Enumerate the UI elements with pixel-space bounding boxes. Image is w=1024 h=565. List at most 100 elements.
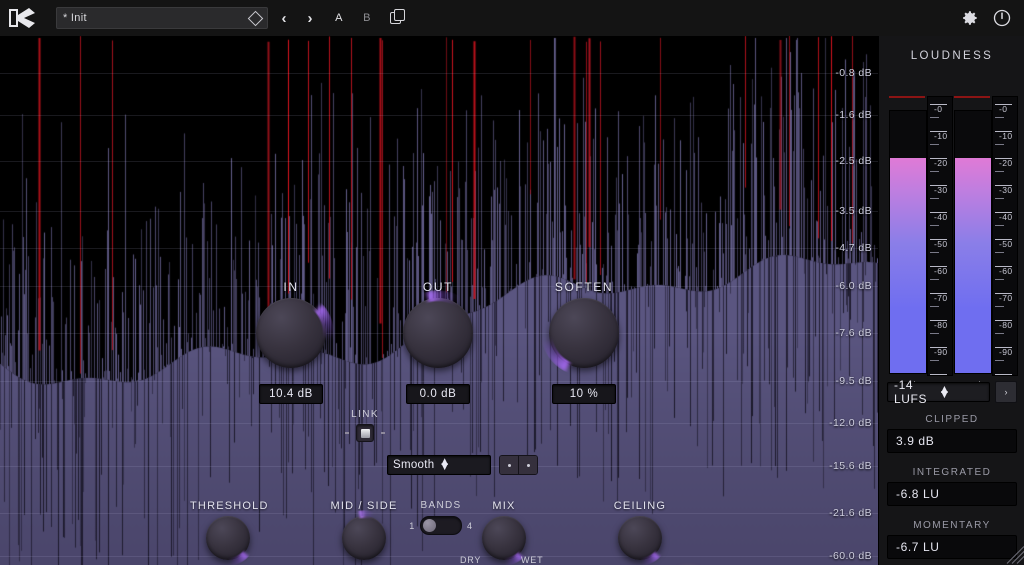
meter-tick-label: -70 xyxy=(999,293,1013,303)
dot-button-left[interactable] xyxy=(500,456,518,474)
knob-in-indicator xyxy=(248,290,334,376)
mode-row: Smooth ▲▼ xyxy=(387,455,538,475)
spinner-arrows-icon[interactable]: ▲▼ xyxy=(439,460,485,470)
lufs-spinner-icon[interactable]: ▲▼ xyxy=(939,387,984,397)
meter-tick-minor xyxy=(930,252,939,253)
knob-out-value[interactable]: 0.0 dB xyxy=(406,384,470,404)
knob-midside-label: MID / SIDE xyxy=(326,500,402,512)
meter-tick-label: -20 xyxy=(999,158,1013,168)
lufs-apply-button[interactable]: › xyxy=(995,381,1017,403)
gridline xyxy=(0,115,878,116)
knob-out-dial[interactable] xyxy=(403,298,473,368)
gridline xyxy=(0,556,878,557)
knob-in-label: IN xyxy=(241,280,341,294)
plugin-window: * Init ‹ › A B -0.8 dB -1.6 dB -2.5 dB -3.5… xyxy=(0,0,1024,565)
scale-label: -60.0 dB xyxy=(829,550,872,562)
meter-tick-minor xyxy=(930,171,939,172)
meter-tick-minor xyxy=(930,306,939,307)
meter-left xyxy=(889,110,927,374)
link-dash-left xyxy=(345,432,349,434)
meter-tick-label: -80 xyxy=(999,320,1013,330)
knob-ceiling[interactable]: CEILING xyxy=(602,500,678,560)
meter-right xyxy=(954,110,992,374)
knob-midside-indicator xyxy=(336,510,392,565)
mode-dropdown[interactable]: Smooth ▲▼ xyxy=(387,455,491,475)
knob-midside-dial[interactable] xyxy=(342,516,386,560)
knob-out[interactable]: OUT 0.0 dB xyxy=(388,280,488,404)
meter-tick-minor xyxy=(930,198,939,199)
knob-ceiling-dial[interactable] xyxy=(618,516,662,560)
lufs-target-row: -14 LUFS ▲▼ › xyxy=(887,381,1017,403)
knob-in-value[interactable]: 10.4 dB xyxy=(259,384,323,404)
dot-button-right[interactable] xyxy=(518,456,537,474)
mode-selected-value: Smooth xyxy=(393,459,439,471)
resize-grip[interactable] xyxy=(1001,541,1024,565)
power-icon[interactable] xyxy=(992,8,1012,28)
mix-wet-label: WET xyxy=(521,555,543,565)
link-toggle[interactable] xyxy=(356,424,374,442)
meter-tick-label: -60 xyxy=(999,266,1013,276)
lufs-target-dropdown[interactable]: -14 LUFS ▲▼ xyxy=(887,382,990,402)
kilohearts-k-logo[interactable] xyxy=(0,0,44,36)
clip-indicator-left[interactable] xyxy=(889,96,925,98)
readout-momentary-value: -6.7 LU xyxy=(887,535,1017,559)
gear-icon[interactable] xyxy=(960,8,980,28)
meter-tick-minor xyxy=(995,333,1004,334)
copy-icon[interactable] xyxy=(390,9,408,27)
preset-next-button[interactable]: › xyxy=(300,10,320,27)
scale-label: -3.5 dB xyxy=(835,205,872,217)
meter-tick-minor xyxy=(995,225,1004,226)
knob-threshold-dial[interactable] xyxy=(206,516,250,560)
preset-slot-a[interactable]: A xyxy=(330,12,348,24)
meter-tick-minor xyxy=(995,144,1004,145)
diamond-icon[interactable] xyxy=(248,10,264,26)
scale-label: -15.6 dB xyxy=(829,460,872,472)
knob-mix-dial[interactable] xyxy=(482,516,526,560)
scale-label: -2.5 dB xyxy=(835,155,872,167)
meter-tick-label: -40 xyxy=(934,212,948,222)
knob-soften-value[interactable]: 10 % xyxy=(552,384,616,404)
gridline xyxy=(0,211,878,212)
scale-label: -1.6 dB xyxy=(835,109,872,121)
gridline xyxy=(0,161,878,162)
meter-tick-minor xyxy=(995,198,1004,199)
readout-integrated-caption: INTEGRATED xyxy=(887,467,1017,478)
preset-prev-button[interactable]: ‹ xyxy=(274,10,294,27)
knob-mix[interactable]: MIX xyxy=(466,500,542,560)
scale-label: -4.7 dB xyxy=(835,242,872,254)
knob-ceiling-label: CEILING xyxy=(602,500,678,512)
knob-soften-label: SOFTEN xyxy=(534,280,634,294)
preset-selector[interactable]: * Init xyxy=(56,7,268,29)
knob-soften[interactable]: SOFTEN 10 % xyxy=(534,280,634,404)
knob-in-dial[interactable] xyxy=(256,298,326,368)
waveform-display[interactable]: -0.8 dB-1.6 dB-2.5 dB-3.5 dB-4.7 dB-6.0 … xyxy=(0,36,878,565)
meter-tick-minor xyxy=(930,333,939,334)
gridline xyxy=(0,73,878,74)
meter-tick-label: -40 xyxy=(999,212,1013,222)
knob-in[interactable]: IN 10.4 dB xyxy=(241,280,341,404)
readout-clipped-value: 3.9 dB xyxy=(887,429,1017,453)
clip-indicator-right[interactable] xyxy=(954,96,990,98)
link-control[interactable]: LINK xyxy=(332,409,398,442)
knob-soften-dial[interactable] xyxy=(549,298,619,368)
loudness-panel: LOUDNESS -0-10-20-30-40-50-60-70-80-90-0… xyxy=(878,36,1024,565)
scale-label: -0.8 dB xyxy=(835,67,872,79)
bands-slider[interactable] xyxy=(420,516,462,535)
meter-tick-label: -30 xyxy=(999,185,1013,195)
bands-min-label: 1 xyxy=(409,521,415,531)
meter-tick-minor xyxy=(930,225,939,226)
knob-threshold-indicator xyxy=(200,510,256,565)
meter-tick-label: -0 xyxy=(934,104,942,114)
meter-tick-label: -30 xyxy=(934,185,948,195)
meter-tick-label: -90 xyxy=(934,347,948,357)
preset-slot-b[interactable]: B xyxy=(358,12,376,24)
knob-midside[interactable]: MID / SIDE 0 % xyxy=(326,500,402,565)
knob-threshold[interactable]: THRESHOLD 0.0 dB xyxy=(190,500,266,565)
meter-tick-minor xyxy=(995,360,1004,361)
readout-clipped-caption: CLIPPED xyxy=(887,414,1017,425)
scale-label: -12.0 dB xyxy=(829,417,872,429)
meter-tick xyxy=(930,374,947,375)
readout-momentary: MOMENTARY -6.7 LU xyxy=(887,520,1017,559)
mode-extra-buttons[interactable] xyxy=(499,455,538,475)
preset-name: * Init xyxy=(63,12,250,24)
